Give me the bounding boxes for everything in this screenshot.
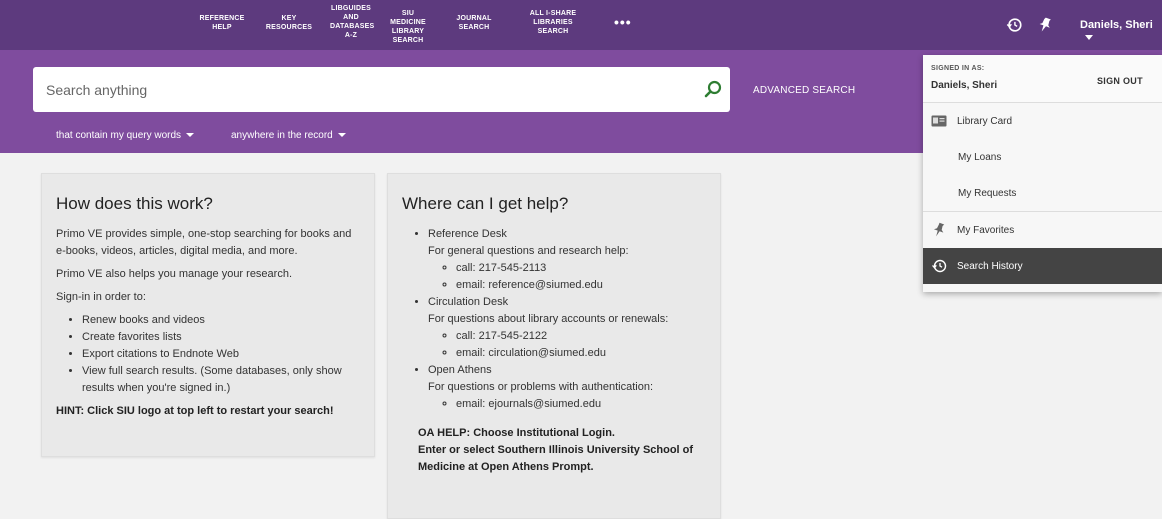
- search-box: [33, 67, 730, 112]
- my-requests-item[interactable]: My Requests: [923, 175, 1162, 211]
- hint-text: HINT: Click SIU logo at top left to rest…: [56, 405, 334, 417]
- my-requests-label: My Requests: [958, 187, 1017, 199]
- pin-icon: [933, 222, 945, 237]
- desk-name: Open Athens: [428, 364, 492, 376]
- desk-description: For questions or problems with authentic…: [428, 381, 654, 393]
- search-history-label: Search History: [957, 260, 1023, 272]
- my-favorites-item[interactable]: My Favorites: [923, 212, 1162, 248]
- contact-item: call: 217-545-2113: [456, 260, 706, 277]
- chevron-down-icon: [1085, 34, 1093, 40]
- oa-help-line-1: OA HELP: Choose Institutional Login.: [418, 427, 615, 439]
- query-words-filter-label: that contain my query words: [56, 130, 182, 141]
- circulation-desk-item: Circulation Desk For questions about lib…: [428, 294, 706, 362]
- list-item: Export citations to Endnote Web: [82, 346, 360, 363]
- user-menu[interactable]: Daniels, Sheri: [1080, 19, 1162, 43]
- dropdown-header: SIGNED IN AS: Daniels, Sheri SIGN OUT: [923, 55, 1162, 103]
- library-card-item[interactable]: Library Card: [923, 103, 1162, 139]
- desk-name: Circulation Desk: [428, 296, 509, 308]
- search-input[interactable]: [46, 67, 686, 112]
- record-scope-filter[interactable]: anywhere in the record: [231, 130, 346, 141]
- nav-i-share-search[interactable]: ALL I-SHARE LIBRARIES SEARCH: [524, 9, 582, 36]
- nav-more-button[interactable]: •••: [614, 14, 632, 30]
- how-paragraph-1: Primo VE provides simple, one-stop searc…: [56, 228, 352, 257]
- open-athens-item: Open Athens For questions or problems wi…: [428, 362, 706, 413]
- signed-in-name: Daniels, Sheri: [931, 80, 998, 91]
- nav-libguides[interactable]: LIBGUIDES AND DATABASES A-Z: [330, 4, 374, 40]
- help-desk-list: Reference Desk For general questions and…: [428, 226, 706, 413]
- library-card-icon: [931, 115, 947, 127]
- oa-help-line-2: Enter or select Southern Illinois Univer…: [418, 444, 694, 473]
- how-paragraph-3: Sign-in in order to:: [56, 291, 146, 303]
- pin-icon[interactable]: [1036, 16, 1054, 34]
- nav-journal-search[interactable]: JOURNAL SEARCH: [452, 14, 496, 32]
- desk-name: Reference Desk: [428, 228, 507, 240]
- get-help-title: Where can I get help?: [402, 194, 569, 213]
- sign-out-button[interactable]: SIGN OUT: [1097, 76, 1143, 86]
- top-nav-bar: REFERENCE HELP KEY RESOURCES LIBGUIDES A…: [0, 0, 1162, 50]
- how-paragraph-2: Primo VE also helps you manage your rese…: [56, 268, 293, 280]
- get-help-card: Where can I get help? Reference Desk For…: [387, 173, 721, 519]
- my-favorites-label: My Favorites: [957, 224, 1015, 236]
- my-loans-label: My Loans: [958, 151, 1002, 163]
- benefits-list: Renew books and videos Create favorites …: [82, 312, 360, 397]
- nav-reference-help[interactable]: REFERENCE HELP: [199, 14, 245, 32]
- query-words-filter[interactable]: that contain my query words: [56, 130, 195, 141]
- contact-item: call: 217-545-2122: [456, 328, 706, 345]
- desk-description: For questions about library accounts or …: [428, 313, 669, 325]
- search-history-item[interactable]: Search History: [923, 248, 1162, 284]
- contact-item[interactable]: email: circulation@siumed.edu: [456, 345, 706, 362]
- user-name: Daniels, Sheri: [1080, 19, 1153, 31]
- reference-desk-item: Reference Desk For general questions and…: [428, 226, 706, 294]
- how-it-works-title: How does this work?: [56, 194, 213, 213]
- advanced-search-link[interactable]: ADVANCED SEARCH: [753, 85, 855, 96]
- list-item: Renew books and videos: [82, 312, 360, 329]
- chevron-down-icon: [337, 133, 346, 138]
- history-icon: [932, 259, 947, 273]
- desk-description: For general questions and research help:: [428, 245, 629, 257]
- contact-item[interactable]: email: ejournals@siumed.edu: [456, 396, 706, 413]
- library-card-label: Library Card: [957, 115, 1013, 127]
- contact-item[interactable]: email: reference@siumed.edu: [456, 277, 706, 294]
- search-icon[interactable]: [703, 79, 723, 99]
- list-item: Create favorites lists: [82, 329, 360, 346]
- oa-help-text: OA HELP: Choose Institutional Login. Ent…: [418, 425, 706, 476]
- how-it-works-card: How does this work? Primo VE provides si…: [41, 173, 375, 457]
- nav-key-resources[interactable]: KEY RESOURCES: [263, 14, 315, 32]
- chevron-down-icon: [186, 133, 195, 138]
- user-dropdown-menu: SIGNED IN AS: Daniels, Sheri SIGN OUT Li…: [923, 55, 1162, 292]
- signed-in-label: SIGNED IN AS:: [931, 65, 985, 72]
- record-scope-filter-label: anywhere in the record: [231, 130, 333, 141]
- my-loans-item[interactable]: My Loans: [923, 139, 1162, 175]
- list-item: View full search results. (Some database…: [82, 363, 360, 397]
- nav-siu-medicine-search[interactable]: SIU MEDICINE LIBRARY SEARCH: [383, 9, 433, 45]
- history-icon[interactable]: [1005, 16, 1023, 34]
